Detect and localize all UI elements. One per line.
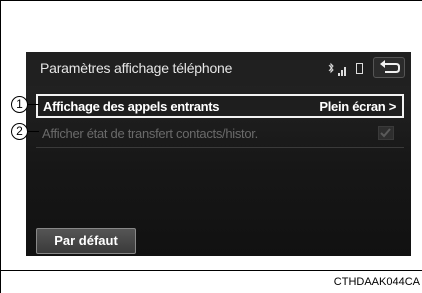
back-arrow-icon	[374, 60, 404, 81]
phone-display-settings-screen: Paramètres affichage téléphone Affichage…	[26, 52, 411, 256]
frame-top-border	[0, 0, 422, 1]
bluetooth-icon	[328, 62, 334, 74]
callout-1-leader	[27, 104, 39, 105]
checkmark-icon	[380, 128, 391, 138]
default-button[interactable]: Par défaut	[36, 228, 136, 254]
battery-icon	[356, 63, 363, 74]
signal-icon	[338, 63, 348, 76]
incoming-calls-display-row[interactable]: Affichage des appels entrants Plein écra…	[36, 94, 404, 118]
incoming-calls-display-label: Affichage des appels entrants	[43, 99, 220, 114]
row-divider	[36, 147, 404, 148]
callout-1: 1	[11, 96, 28, 113]
contact-transfer-status-checkbox	[378, 126, 394, 140]
contact-transfer-status-label: Afficher état de transfert contacts/hist…	[42, 126, 258, 141]
frame-left-border	[0, 0, 1, 293]
figure-code: CTHDAAK044CA	[333, 276, 420, 288]
screen-header: Paramètres affichage téléphone	[26, 52, 411, 86]
back-button[interactable]	[373, 57, 405, 78]
contact-transfer-status-row: Afficher état de transfert contacts/hist…	[36, 122, 404, 146]
callout-2: 2	[11, 123, 28, 140]
incoming-calls-display-value: Plein écran >	[319, 99, 396, 114]
status-icons	[328, 62, 363, 76]
page-title: Paramètres affichage téléphone	[40, 60, 233, 76]
callout-2-leader	[27, 131, 39, 132]
frame-bottom-border	[0, 270, 422, 271]
